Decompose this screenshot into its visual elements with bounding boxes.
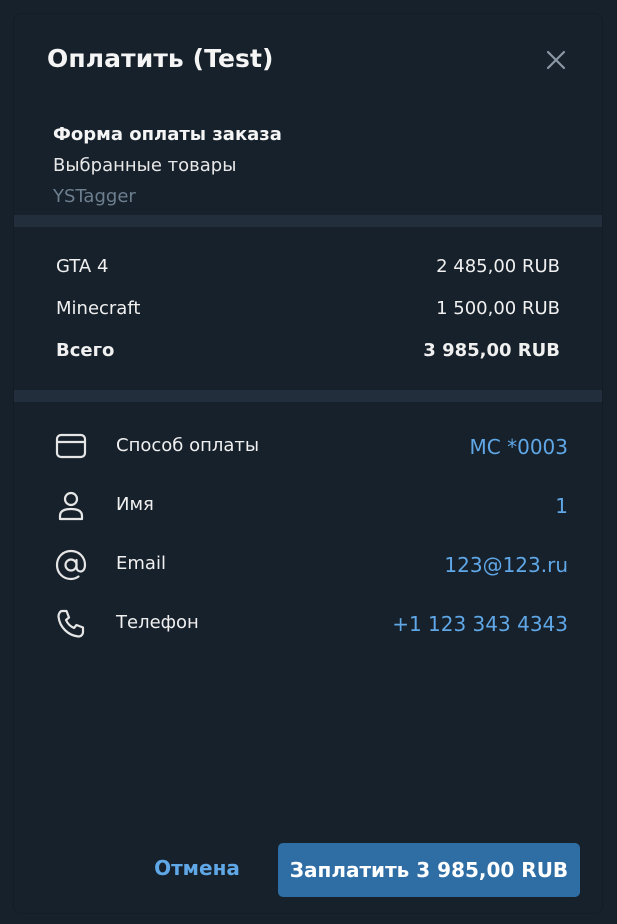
at-sign-icon <box>54 548 88 582</box>
invoice-description: Выбранные товары <box>53 155 237 176</box>
payment-method-value: MC *0003 <box>469 435 568 459</box>
email-label: Email <box>116 553 166 574</box>
price-label: GTA 4 <box>56 256 109 277</box>
price-amount: 1 500,00 RUB <box>436 298 560 319</box>
user-icon <box>54 489 88 523</box>
phone-value: +1 123 343 4343 <box>392 612 568 636</box>
email-value: 123@123.ru <box>444 553 568 577</box>
credit-card-icon <box>54 430 88 464</box>
invoice-title: Форма оплаты заказа <box>53 124 282 145</box>
total-row: Всего 3 985,00 RUB <box>56 340 560 366</box>
phone-label: Телефон <box>116 612 199 633</box>
name-row[interactable]: Имя 1 <box>54 489 568 529</box>
invoice-bot-name: YSTagger <box>53 186 136 207</box>
total-amount: 3 985,00 RUB <box>423 340 560 361</box>
price-label: Minecraft <box>56 298 141 319</box>
price-amount: 2 485,00 RUB <box>436 256 560 277</box>
payment-dialog: Оплатить (Test) Форма оплаты заказа Выбр… <box>14 14 602 913</box>
price-row: GTA 4 2 485,00 RUB <box>56 256 560 282</box>
name-label: Имя <box>116 494 154 515</box>
close-icon <box>544 48 568 72</box>
close-button[interactable] <box>544 48 568 72</box>
payment-method-row[interactable]: Способ оплаты MC *0003 <box>54 430 568 470</box>
section-divider <box>14 390 602 402</box>
section-divider <box>14 215 602 227</box>
email-row[interactable]: Email 123@123.ru <box>54 548 568 588</box>
price-row: Minecraft 1 500,00 RUB <box>56 298 560 324</box>
name-value: 1 <box>555 494 568 518</box>
cancel-button[interactable]: Отмена <box>142 843 252 893</box>
pay-button[interactable]: Заплатить 3 985,00 RUB <box>278 843 580 897</box>
dialog-title: Оплатить (Test) <box>47 44 274 73</box>
phone-icon <box>54 607 88 641</box>
total-label: Всего <box>56 340 115 361</box>
phone-row[interactable]: Телефон +1 123 343 4343 <box>54 607 568 647</box>
payment-method-label: Способ оплаты <box>116 435 260 456</box>
